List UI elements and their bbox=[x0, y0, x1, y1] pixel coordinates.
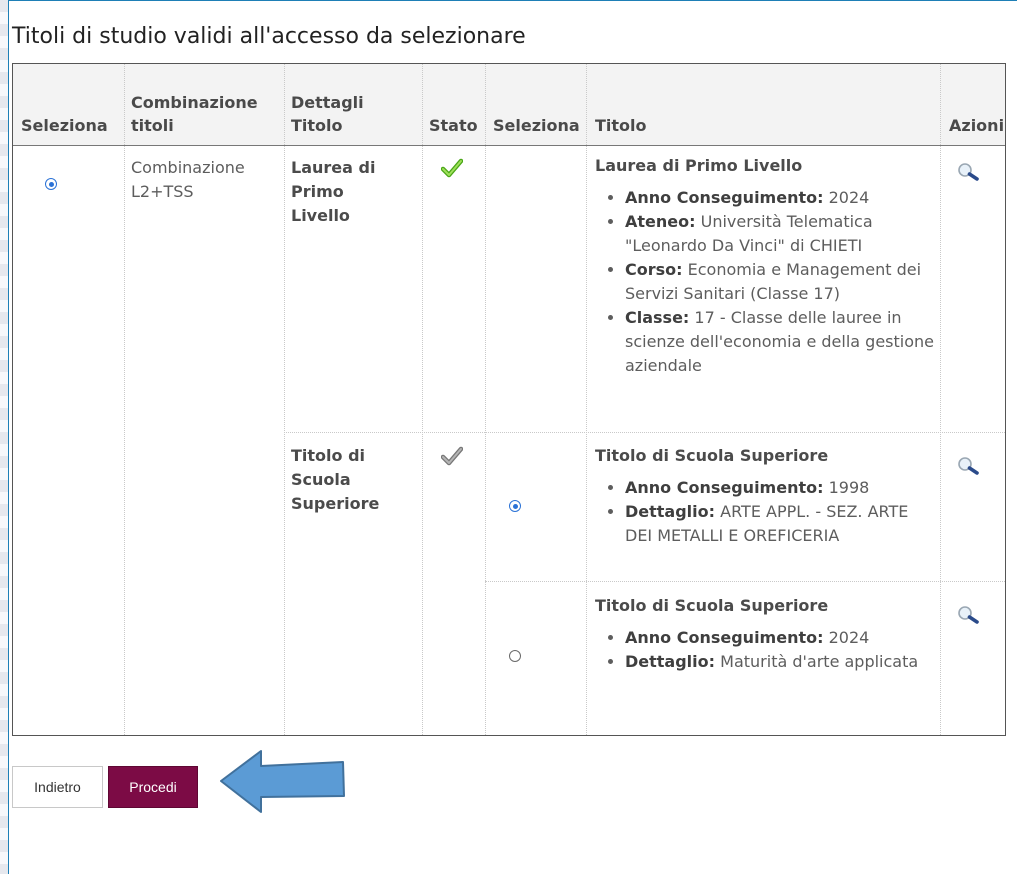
row-divider bbox=[485, 581, 1005, 582]
title-block-3: Titolo di Scuola Superiore Anno Consegui… bbox=[595, 594, 935, 674]
title-radio-3[interactable] bbox=[509, 650, 521, 662]
title-detail-item: Anno Conseguimento: 1998 bbox=[625, 476, 935, 500]
title-name-2: Titolo di Scuola Superiore bbox=[595, 446, 829, 465]
title-details-list-1: Anno Conseguimento: 2024 Ateneo: Univers… bbox=[595, 186, 935, 378]
column-divider bbox=[485, 64, 486, 735]
page-title: Titoli di studio validi all'accesso da s… bbox=[12, 24, 526, 49]
header-stato: Stato bbox=[429, 116, 478, 135]
title-detail-item: Ateneo: Università Telematica "Leonardo … bbox=[625, 210, 935, 258]
column-divider bbox=[284, 64, 285, 735]
detail-title-1: Laurea di Primo Livello bbox=[291, 158, 376, 225]
title-details-list-3: Anno Conseguimento: 2024 Dettaglio: Matu… bbox=[595, 626, 935, 674]
title-detail-item: Anno Conseguimento: 2024 bbox=[625, 626, 935, 650]
table-header: Seleziona Combinazione titoli Dettagli T… bbox=[13, 64, 1005, 146]
left-edge-decoration bbox=[0, 0, 8, 874]
gray-check-icon bbox=[441, 446, 463, 466]
row-divider bbox=[284, 432, 1005, 433]
pointer-arrow-icon bbox=[220, 750, 345, 813]
back-button[interactable]: Indietro bbox=[12, 766, 103, 808]
header-seleziona: Seleziona bbox=[21, 116, 108, 135]
title-detail-item: Corso: Economia e Management dei Servizi… bbox=[625, 258, 935, 306]
column-divider bbox=[586, 64, 587, 735]
title-detail-item: Classe: 17 - Classe delle lauree in scie… bbox=[625, 306, 935, 378]
header-combinazione-titoli: Combinazione titoli bbox=[131, 93, 258, 135]
magnifier-icon[interactable] bbox=[957, 162, 981, 182]
combination-name: Combinazione L2+TSS bbox=[131, 158, 245, 201]
title-detail-item: Dettaglio: Maturità d'arte applicata bbox=[625, 650, 935, 674]
column-divider bbox=[124, 64, 125, 735]
column-divider bbox=[422, 64, 423, 735]
green-check-icon bbox=[441, 158, 463, 178]
detail-title-2: Titolo di Scuola Superiore bbox=[291, 446, 380, 513]
header-azioni: Azioni bbox=[949, 116, 1005, 135]
magnifier-icon[interactable] bbox=[957, 605, 981, 625]
column-divider bbox=[940, 64, 941, 735]
titles-table: Seleziona Combinazione titoli Dettagli T… bbox=[12, 63, 1006, 736]
title-details-list-2: Anno Conseguimento: 1998 Dettaglio: ARTE… bbox=[595, 476, 935, 548]
combination-radio[interactable] bbox=[45, 178, 57, 190]
title-detail-item: Anno Conseguimento: 2024 bbox=[625, 186, 935, 210]
title-block-2: Titolo di Scuola Superiore Anno Consegui… bbox=[595, 444, 935, 548]
proceed-button[interactable]: Procedi bbox=[108, 766, 198, 808]
title-name-1: Laurea di Primo Livello bbox=[595, 156, 803, 175]
header-dettagli-titolo: Dettagli Titolo bbox=[291, 93, 364, 135]
header-titolo: Titolo bbox=[595, 116, 647, 135]
title-detail-item: Dettaglio: ARTE APPL. - SEZ. ARTE DEI ME… bbox=[625, 500, 935, 548]
title-name-3: Titolo di Scuola Superiore bbox=[595, 596, 829, 615]
title-radio-2[interactable] bbox=[509, 500, 521, 512]
title-block-1: Laurea di Primo Livello Anno Conseguimen… bbox=[595, 154, 935, 378]
magnifier-icon[interactable] bbox=[957, 456, 981, 476]
header-seleziona-titolo: Seleziona bbox=[493, 116, 580, 135]
